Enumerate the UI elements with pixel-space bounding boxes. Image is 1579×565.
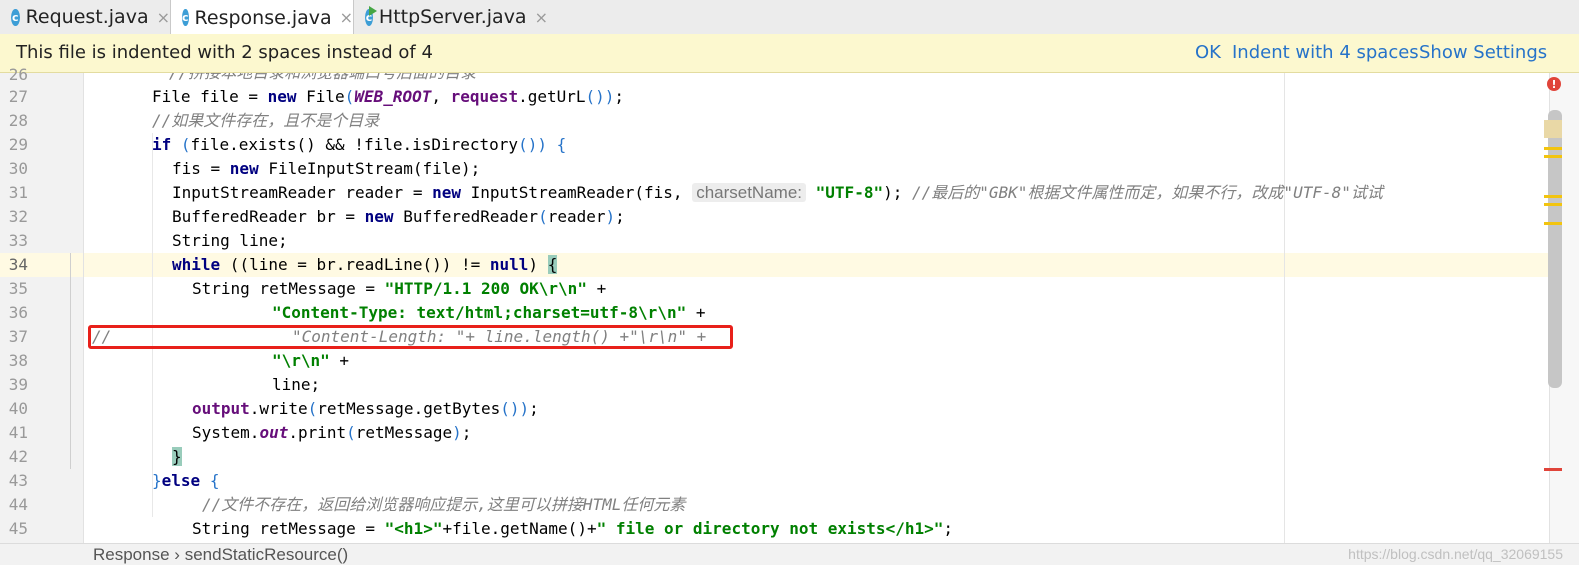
comment: //最后的"GBK"根据文件属性而定，如果不行，改成"UTF-8"试试 — [912, 183, 1383, 202]
code-line-34: while ((line = br.readLine()) != null) { — [172, 255, 558, 274]
line-number: 45 — [8, 519, 28, 538]
tab-response-java[interactable]: c Response.java × — [170, 0, 354, 35]
warning-marker[interactable] — [1544, 147, 1562, 150]
breadcrumb: Response › sendStaticResource() — [93, 545, 348, 565]
warning-marker[interactable] — [1544, 155, 1562, 158]
warning-marker[interactable] — [1544, 222, 1562, 225]
line-number: 30 — [8, 159, 28, 178]
tab-label: Response.java — [194, 6, 332, 29]
code-line-41: System.out.print(retMessage); — [192, 423, 472, 442]
breadcrumb-separator: › — [174, 545, 180, 564]
code-line-29: if (file.exists() && !file.isDirectory()… — [152, 135, 567, 154]
comment: //拼接本地目录和浏览器端口号后面的目录 — [169, 73, 476, 82]
matched-brace: } — [172, 447, 182, 466]
code-line-43: }else { — [152, 471, 220, 490]
line-number: 28 — [8, 111, 28, 130]
error-marker[interactable] — [1544, 468, 1562, 471]
code-line-28: //如果文件存在，且不是个目录 — [152, 109, 379, 133]
line-number: 33 — [8, 231, 28, 250]
line-number: 42 — [8, 447, 28, 466]
watermark: https://blog.csdn.net/qq_32069155 — [1348, 546, 1563, 562]
editor-tab-bar: c Request.java × c Response.java × c Htt… — [0, 0, 1579, 35]
code-line-30: fis = new FileInputStream(file); — [172, 159, 481, 178]
code-line-40: output.write(retMessage.getBytes()); — [192, 399, 539, 418]
code-line-38: "\r\n" + — [272, 351, 350, 370]
code-line-42: } — [172, 445, 182, 469]
breadcrumb-class[interactable]: Response — [93, 545, 170, 564]
vertical-scrollbar[interactable] — [1548, 110, 1562, 388]
code-line-36: "Content-Type: text/html;charset=utf-8\r… — [272, 303, 706, 322]
ok-link[interactable]: OK — [1195, 42, 1221, 63]
error-icon[interactable]: ! — [1547, 77, 1561, 91]
class-c-icon: c — [182, 9, 189, 26]
class-runnable-icon: c — [365, 5, 377, 26]
line-number-current: 34 — [8, 255, 28, 274]
class-c-icon: c — [11, 8, 20, 26]
line-number: 29 — [8, 135, 28, 154]
line-number: 36 — [8, 303, 28, 322]
code-line-44: //文件不存在，返回给浏览器响应提示,这里可以拼接HTML任何元素 — [202, 493, 685, 517]
line-number: 26 — [8, 65, 28, 84]
line-number: 38 — [8, 351, 28, 370]
code-editor[interactable]: //拼接本地目录和浏览器端口号后面的目录 File file = new Fil… — [84, 73, 1549, 543]
matched-brace: { — [547, 255, 558, 274]
line-number: 27 — [8, 87, 28, 106]
code-line-45: String retMessage = "<h1>"+file.getName(… — [192, 519, 953, 538]
close-icon[interactable]: × — [157, 8, 170, 27]
code-line-26: //拼接本地目录和浏览器端口号后面的目录 — [169, 73, 476, 85]
fold-guide — [70, 253, 71, 469]
comment: //文件不存在，返回给浏览器响应提示,这里可以拼接HTML任何元素 — [202, 495, 686, 514]
notification-message: This file is indented with 2 spaces inst… — [16, 42, 433, 63]
code-line-33: String line; — [172, 231, 288, 250]
show-settings-link[interactable]: Show Settings — [1419, 42, 1547, 63]
tab-label: HttpServer.java — [378, 6, 527, 28]
line-number: 43 — [8, 471, 28, 490]
indent-notification-bar: This file is indented with 2 spaces inst… — [0, 34, 1579, 73]
tab-label: Request.java — [25, 6, 149, 28]
breadcrumb-bar: Response › sendStaticResource() https://… — [0, 543, 1579, 565]
code-line-31: InputStreamReader reader = new InputStre… — [172, 183, 1383, 202]
warning-marker[interactable] — [1544, 203, 1562, 206]
line-number: 32 — [8, 207, 28, 226]
warning-marker[interactable] — [1544, 195, 1562, 198]
line-number-gutter[interactable]: 26 27 28 29 30 31 32 33 34 35 36 37 38 3… — [0, 65, 84, 543]
tab-httpserver-java[interactable]: c HttpServer.java × — [354, 0, 548, 34]
warning-marker[interactable] — [1544, 120, 1562, 138]
indent-with-4-spaces-link[interactable]: Indent with 4 spaces — [1232, 42, 1419, 63]
parameter-hint: charsetName: — [692, 183, 807, 202]
breadcrumb-method[interactable]: sendStaticResource() — [185, 545, 348, 564]
line-number: 37 — [8, 327, 28, 346]
code-line-27: File file = new File(WEB_ROOT, request.g… — [152, 87, 625, 106]
code-line-39: line; — [272, 375, 321, 394]
line-number: 44 — [8, 495, 28, 514]
right-margin-guide — [1284, 73, 1285, 543]
close-icon[interactable]: × — [340, 8, 353, 27]
code-line-32: BufferedReader br = new BufferedReader(r… — [172, 207, 625, 226]
line-number: 35 — [8, 279, 28, 298]
line-number: 40 — [8, 399, 28, 418]
line-number: 31 — [8, 183, 28, 202]
line-number: 39 — [8, 375, 28, 394]
line-number: 41 — [8, 423, 28, 442]
comment: //如果文件存在，且不是个目录 — [152, 111, 380, 130]
close-icon[interactable]: × — [535, 8, 548, 27]
annotation-highlight-box — [88, 325, 733, 349]
code-line-35: String retMessage = "HTTP/1.1 200 OK\r\n… — [192, 279, 607, 298]
tab-request-java[interactable]: c Request.java × — [0, 0, 170, 34]
